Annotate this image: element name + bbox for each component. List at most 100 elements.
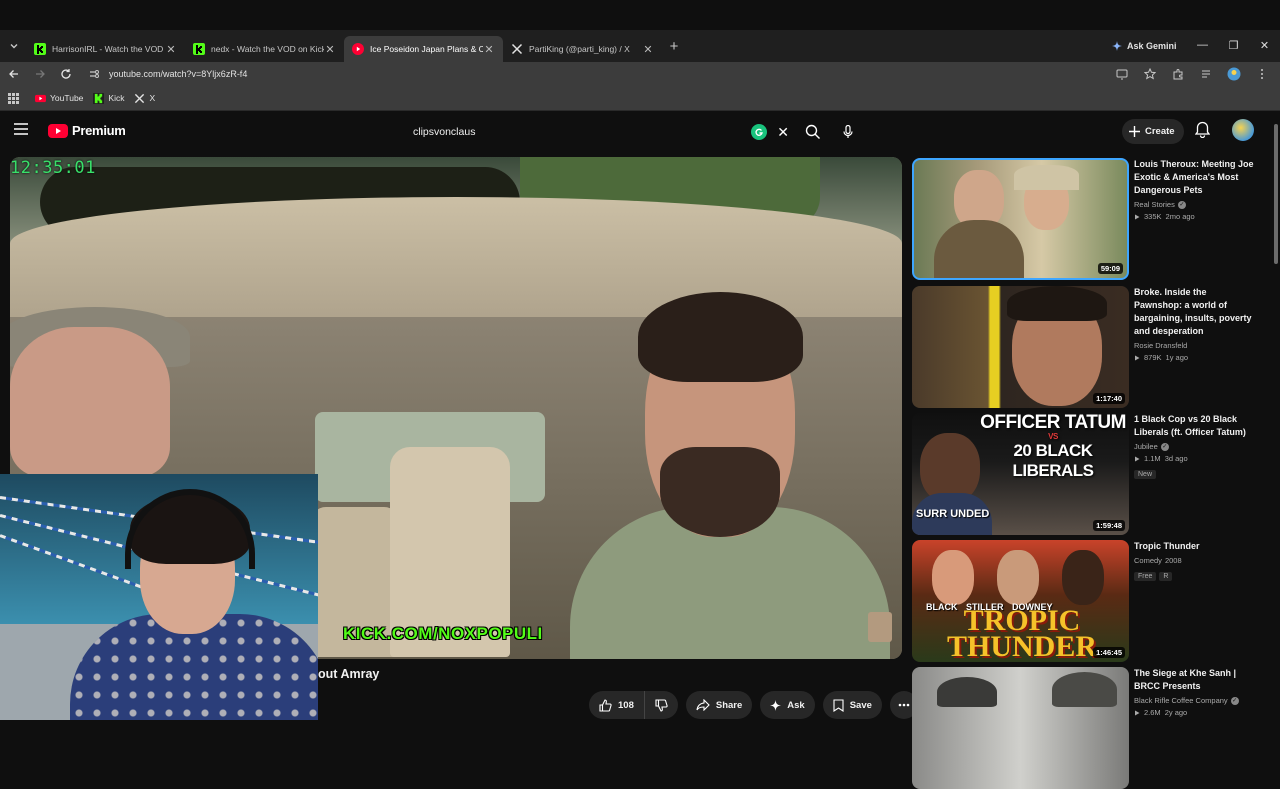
toolbar-actions: [1112, 62, 1272, 86]
video-title[interactable]: Tropic Thunder: [1134, 540, 1254, 553]
video-title[interactable]: The Siege at Khe Sanh | BRCC Presents: [1134, 667, 1254, 693]
create-label: Create: [1145, 126, 1175, 137]
share-button[interactable]: Share: [685, 691, 753, 719]
search-input[interactable]: [413, 126, 752, 138]
recommendation-item[interactable]: The Siege at Khe Sanh | BRCC Presents Bl…: [912, 667, 1252, 789]
page-scrollbar[interactable]: [1272, 112, 1280, 720]
streamer-webcam-overlay: [0, 474, 318, 720]
recommendation-item[interactable]: BLACK STILLER DOWNEY TROPIC THUNDER 1:46…: [912, 540, 1252, 662]
url-text: youtube.com/watch?v=8Yljx6zR-f4: [109, 69, 248, 79]
channel-watermark[interactable]: [868, 612, 892, 642]
verified-icon: ✓: [1160, 442, 1169, 451]
video-duration: 1:59:48: [1093, 520, 1125, 531]
thumbs-up-icon: [599, 698, 612, 712]
tab-close-icon[interactable]: ✕: [165, 43, 177, 56]
search-button[interactable]: [801, 124, 825, 140]
forward-button[interactable]: [28, 62, 52, 86]
site-info-icon[interactable]: [88, 68, 100, 80]
tab-search-button[interactable]: [2, 34, 26, 58]
recommendation-item[interactable]: 59:09 Louis Theroux: Meeting Joe Exotic …: [912, 158, 1254, 280]
grammarly-extension-icon[interactable]: [751, 124, 768, 140]
video-title[interactable]: Broke. Inside the Pawnshop: a world of b…: [1134, 286, 1254, 338]
youtube-premium-logo[interactable]: Premium: [48, 123, 126, 138]
clear-search-icon[interactable]: ✕: [777, 124, 789, 141]
video-thumbnail[interactable]: 59:09: [912, 158, 1129, 280]
streamer-figure: [70, 489, 318, 720]
thumbnail-text-title: OFFICER TATUM: [980, 413, 1126, 433]
video-meta: 2.6M 2y ago: [1134, 708, 1254, 717]
video-thumbnail[interactable]: [912, 667, 1129, 789]
scrollbar-thumb[interactable]: [1274, 124, 1278, 264]
browser-tab-2[interactable]: nedx - Watch the VOD on Kick ✕: [185, 36, 344, 62]
video-duration: 59:09: [1097, 263, 1123, 274]
view-count: 879K: [1144, 353, 1162, 362]
video-thumbnail[interactable]: 1:17:40: [912, 286, 1129, 408]
chevron-down-icon: [10, 44, 18, 49]
tab-close-icon[interactable]: ✕: [483, 43, 495, 56]
close-window-button[interactable]: ✕: [1249, 30, 1280, 60]
cast-icon[interactable]: [1112, 68, 1132, 80]
tab-close-icon[interactable]: ✕: [642, 43, 654, 56]
back-button[interactable]: [2, 62, 26, 86]
bookmark-kick[interactable]: Kick: [93, 92, 124, 104]
bell-icon: [1195, 121, 1210, 138]
browser-toolbar: youtube.com/watch?v=8Yljx6zR-f4: [0, 62, 1280, 86]
rating-badge: R: [1159, 572, 1173, 581]
search-icon: [805, 124, 820, 139]
video-title: out Amray: [318, 667, 380, 681]
ask-gemini-button[interactable]: Ask Gemini: [1104, 34, 1185, 58]
recommendation-item[interactable]: 1:17:40 Broke. Inside the Pawnshop: a wo…: [912, 286, 1252, 408]
channel-name[interactable]: Jubilee: [1134, 442, 1158, 451]
browser-menu-icon[interactable]: [1252, 68, 1272, 80]
profile-icon[interactable]: [1224, 67, 1244, 81]
video-frame-person-left: [10, 297, 210, 477]
thumbnail-text: OFFICER TATUM VS 20 BLACK LIBERALS: [978, 413, 1128, 481]
extensions-icon[interactable]: [1168, 68, 1188, 80]
voice-search-button[interactable]: [836, 120, 860, 144]
window-controls: — ❐ ✕: [1187, 30, 1280, 60]
channel-name[interactable]: Real Stories: [1134, 200, 1175, 209]
bookmark-x[interactable]: X: [134, 93, 155, 104]
dislike-button[interactable]: [645, 691, 678, 719]
save-button[interactable]: Save: [822, 691, 882, 719]
like-button[interactable]: 108: [589, 691, 645, 719]
bookmark-youtube[interactable]: YouTube: [35, 93, 83, 104]
guide-menu-button[interactable]: [14, 123, 28, 135]
video-meta: 335K 2mo ago: [1134, 212, 1254, 221]
ask-gemini-label: Ask Gemini: [1127, 41, 1177, 51]
video-thumbnail[interactable]: BLACK STILLER DOWNEY TROPIC THUNDER 1:46…: [912, 540, 1129, 662]
recommendation-info: 1 Black Cop vs 20 Black Liberals (ft. Of…: [1134, 413, 1254, 481]
youtube-icon: [35, 94, 46, 102]
ask-button[interactable]: Ask: [760, 691, 815, 719]
upload-age: 1y ago: [1165, 353, 1189, 362]
bookmark-star-icon[interactable]: [1140, 68, 1160, 80]
browser-tab-4[interactable]: PartiKing (@parti_king) / X ✕: [503, 36, 662, 62]
reload-button[interactable]: [54, 62, 78, 86]
minimize-button[interactable]: —: [1187, 30, 1218, 60]
channel-name[interactable]: Rosie Dransfeld: [1134, 341, 1187, 350]
hamburger-menu-icon: [14, 123, 28, 135]
account-avatar[interactable]: [1232, 119, 1254, 141]
bookmarks-bar: YouTube Kick X: [0, 86, 1280, 111]
recommendation-item[interactable]: OFFICER TATUM VS 20 BLACK LIBERALS SURR …: [912, 413, 1252, 535]
reading-list-icon[interactable]: [1196, 68, 1216, 80]
tab-title: Ice Poseidon Japan Plans & Cal: [370, 44, 483, 54]
bookmark-icon: [833, 698, 844, 712]
video-meta: 879K 1y ago: [1134, 353, 1254, 362]
video-title[interactable]: 1 Black Cop vs 20 Black Liberals (ft. Of…: [1134, 413, 1254, 439]
create-button[interactable]: Create: [1122, 119, 1184, 144]
video-thumbnail[interactable]: OFFICER TATUM VS 20 BLACK LIBERALS SURR …: [912, 413, 1129, 535]
browser-tab-3-active[interactable]: Ice Poseidon Japan Plans & Cal ✕: [344, 36, 503, 62]
channel-name[interactable]: Black Rifle Coffee Company: [1134, 696, 1228, 705]
video-title[interactable]: Louis Theroux: Meeting Joe Exotic & Amer…: [1134, 158, 1254, 197]
x-icon: [135, 93, 145, 103]
tab-title: HarrisonIRL - Watch the VOD o: [52, 44, 165, 54]
play-icon: [1135, 355, 1140, 360]
tab-close-icon[interactable]: ✕: [324, 43, 336, 56]
browser-tab-1[interactable]: HarrisonIRL - Watch the VOD o ✕: [26, 36, 185, 62]
maximize-button[interactable]: ❐: [1218, 30, 1249, 60]
apps-button[interactable]: [8, 92, 19, 104]
notifications-button[interactable]: [1195, 121, 1210, 138]
new-tab-button[interactable]: +: [662, 34, 686, 58]
address-bar[interactable]: youtube.com/watch?v=8Yljx6zR-f4: [82, 63, 1108, 85]
